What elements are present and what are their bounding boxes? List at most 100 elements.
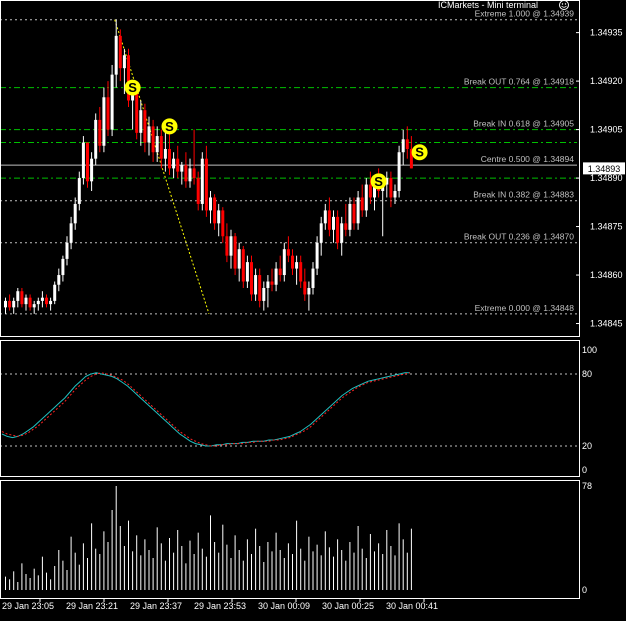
candle-body [323, 210, 327, 224]
stochastic-panel-frame [0, 340, 580, 477]
price-tick-label: 1.34860 [590, 270, 623, 280]
candle-body [291, 255, 294, 269]
candle-body [172, 158, 176, 169]
candle-body [86, 142, 89, 182]
candle-body [209, 197, 212, 211]
smiley-mouth [561, 5, 567, 8]
volume-tick-label: 78 [582, 481, 592, 491]
candle-body [12, 300, 16, 308]
candle-body [286, 249, 290, 256]
candle-body [110, 74, 114, 130]
candle-body [274, 268, 278, 285]
stoch-tick-label: 80 [582, 369, 592, 379]
level-label-0: Extreme 1.000 @ 1.34939 [475, 9, 575, 19]
candle-body [77, 178, 81, 204]
time-tick-label: 29 Jan 23:53 [194, 601, 246, 611]
candle-body [40, 297, 44, 301]
candle-body [401, 139, 405, 153]
signal-label: S [165, 119, 174, 134]
candle-body [319, 223, 323, 243]
smiley-eye-left [561, 3, 564, 5]
signal-label: S [374, 174, 383, 189]
candle-body [262, 287, 266, 301]
level-label-6: Break IN 0.382 @ 1.34883 [473, 190, 574, 200]
stoch-main-line [1, 372, 410, 447]
candle-body [4, 300, 7, 308]
candle-body [397, 152, 401, 192]
signal-label: S [128, 80, 137, 95]
candle-body [282, 249, 286, 276]
candle-body [147, 126, 151, 143]
candle-body [245, 262, 249, 282]
candle-body [184, 165, 188, 182]
candle-body [49, 300, 53, 305]
candle-body [20, 291, 24, 305]
candle-body [336, 216, 340, 243]
candle-body [221, 210, 225, 237]
level-label-7: Break OUT 0.236 @ 1.34870 [464, 232, 574, 242]
candle-body [45, 297, 48, 305]
chart-canvas[interactable]: SSSS ICMarkets - Mini terminalExtreme 1.… [0, 0, 626, 616]
candle-body [327, 210, 331, 230]
candle-body [307, 287, 311, 295]
candle-body [16, 291, 20, 301]
candle-body [53, 284, 57, 301]
candle-body [98, 119, 102, 146]
candle-body [180, 165, 184, 172]
candle-body [368, 184, 372, 198]
candle-body [176, 158, 180, 172]
candle-body [299, 262, 303, 282]
candle-body [188, 168, 192, 182]
candle-body [90, 158, 94, 182]
candle-body [237, 249, 241, 269]
candle-body [102, 97, 106, 146]
smiley-eye-right [564, 3, 567, 5]
candle-body [315, 242, 319, 269]
price-tick-label: 1.34875 [590, 222, 623, 232]
candle-body [250, 262, 253, 295]
candle-body [159, 136, 163, 159]
volume-tick-label: 0 [582, 585, 587, 595]
candle-body [393, 191, 397, 198]
candle-body [225, 236, 229, 256]
time-tick-label: 30 Jan 00:09 [258, 601, 310, 611]
stoch-tick-label: 0 [582, 465, 587, 475]
signal-label: S [415, 145, 424, 160]
candle-body [36, 300, 40, 305]
candle-body [69, 223, 73, 243]
time-tick-label: 29 Jan 23:37 [130, 601, 182, 611]
candle-body [258, 275, 262, 301]
candle-body [266, 281, 270, 288]
candle-body [114, 35, 118, 75]
price-tick-label: 1.34890 [590, 173, 623, 183]
candle-body [8, 300, 12, 308]
candle-body [303, 281, 307, 295]
candle-body [192, 168, 196, 179]
candle-body [295, 262, 299, 269]
level-label-4: Centre 0.500 @ 1.34894 [481, 154, 574, 164]
candle-body [143, 110, 147, 143]
price-tick-label: 1.34920 [590, 76, 623, 86]
candle-body [364, 184, 368, 211]
candle-body [135, 90, 139, 133]
candle-body [151, 126, 155, 153]
candle-body [118, 35, 122, 69]
level-label-1: Break OUT 0.764 @ 1.34918 [464, 77, 574, 87]
candle-body [28, 297, 32, 308]
candle-body [360, 197, 364, 211]
price-tick-label: 1.34935 [590, 28, 623, 38]
candle-body [106, 97, 110, 130]
time-tick-label: 30 Jan 00:25 [322, 601, 374, 611]
level-label-8: Extreme 0.000 @ 1.34848 [475, 303, 575, 313]
candle-body [155, 136, 159, 153]
time-tick-label: 29 Jan 23:21 [66, 601, 118, 611]
level-label-2: Break IN 0.618 @ 1.34905 [473, 119, 574, 129]
candle-body [94, 119, 98, 159]
chart-window[interactable]: SSSS ICMarkets - Mini terminal Extreme 1.… [0, 0, 626, 616]
stoch-tick-label: 100 [582, 345, 597, 355]
candle-body [65, 242, 69, 259]
candle-body [61, 258, 65, 276]
candle-body [233, 236, 237, 269]
candle-body [278, 268, 282, 276]
candle-body [81, 142, 85, 179]
